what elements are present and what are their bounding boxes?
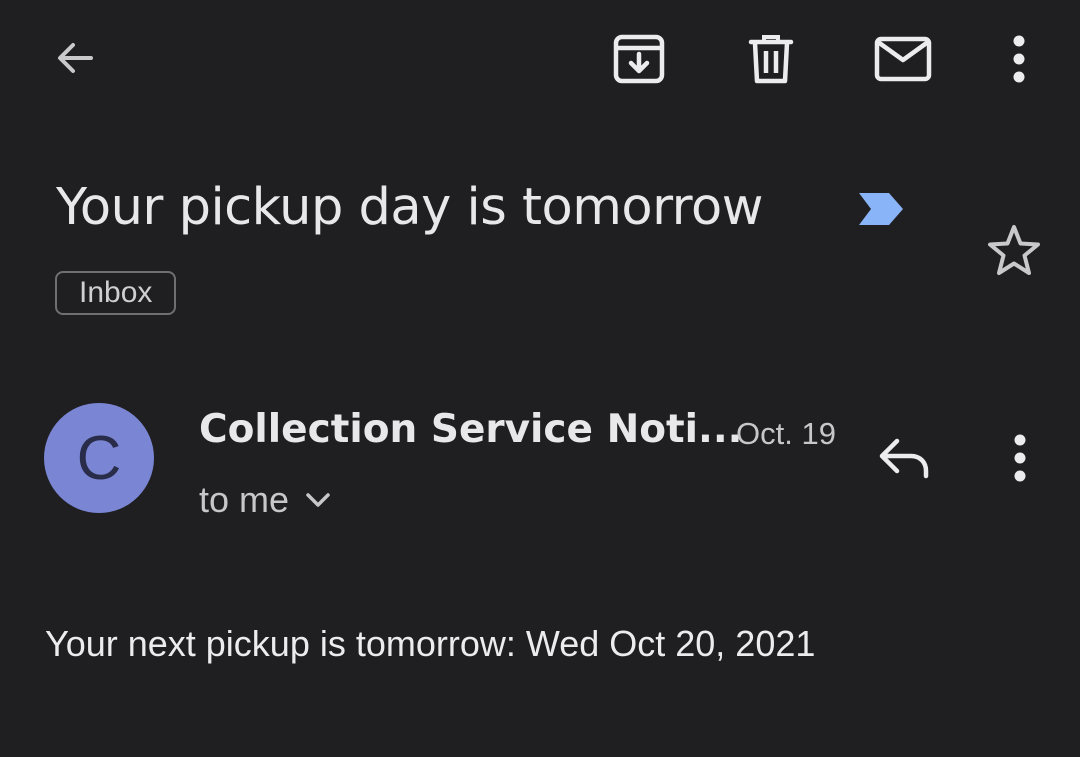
email-view: Your pickup day is tomorrow Inbox C Coll… — [0, 0, 1080, 757]
avatar-letter: C — [76, 423, 122, 493]
message-date: Oct. 19 — [736, 416, 836, 451]
sender-name[interactable]: Collection Service Noti... — [199, 404, 742, 456]
back-button[interactable] — [39, 22, 111, 94]
mark-unread-button[interactable] — [867, 23, 939, 95]
star-icon — [988, 225, 1040, 275]
trash-icon — [748, 35, 794, 84]
email-body: Your next pickup is tomorrow: Wed Oct 20… — [45, 623, 816, 664]
reply-icon — [879, 438, 929, 479]
important-marker-icon[interactable] — [857, 191, 905, 227]
delete-button[interactable] — [735, 23, 807, 95]
more-vert-icon — [1014, 434, 1026, 482]
archive-icon — [613, 34, 665, 84]
star-button[interactable] — [978, 214, 1050, 286]
arrow-back-icon — [58, 43, 93, 73]
recipients-text: to me — [199, 479, 290, 520]
chevron-down-icon — [306, 493, 330, 507]
message-more-button[interactable] — [984, 422, 1056, 494]
reply-button[interactable] — [868, 422, 940, 494]
email-subject: Your pickup day is tomorrow — [56, 178, 763, 237]
more-vert-icon — [1013, 35, 1025, 83]
label-chip-inbox[interactable]: Inbox — [55, 271, 177, 315]
archive-button[interactable] — [603, 23, 675, 95]
mail-icon — [874, 36, 932, 82]
sender-avatar[interactable]: C — [44, 403, 154, 513]
recipients-toggle[interactable]: to me — [199, 478, 331, 522]
more-options-button[interactable] — [983, 23, 1055, 95]
